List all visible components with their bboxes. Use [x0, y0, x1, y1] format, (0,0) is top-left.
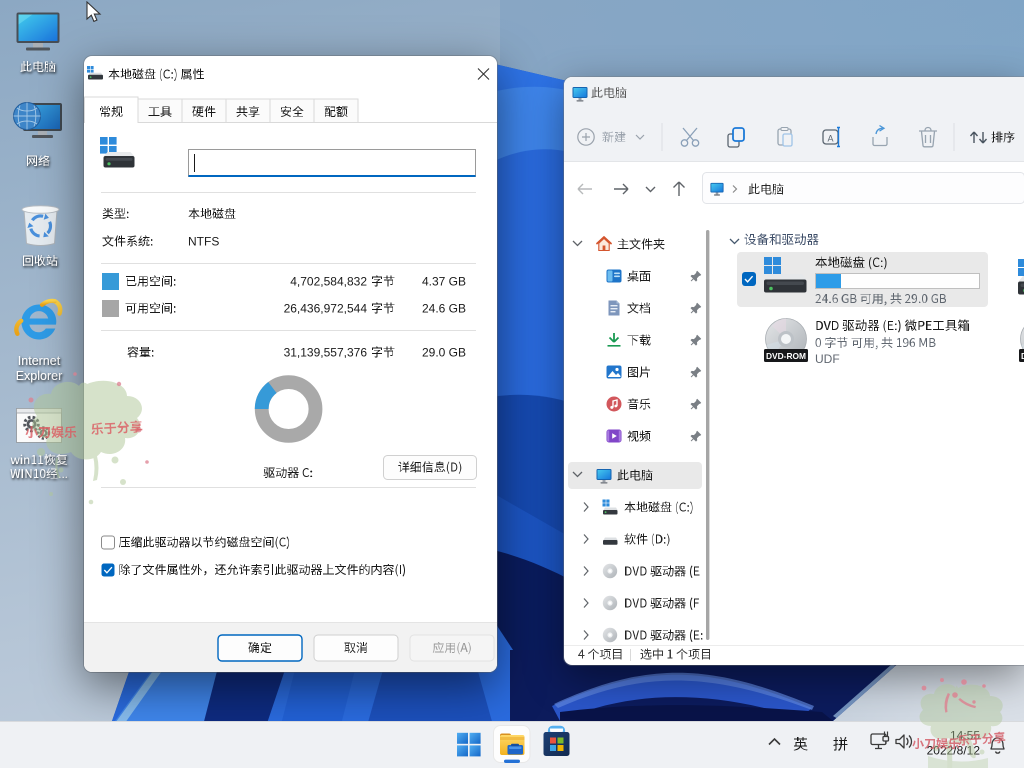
- svg-text:31,139,557,376: 31,139,557,376: [284, 346, 368, 360]
- svg-text:A: A: [827, 134, 833, 144]
- svg-text:29.0 GB: 29.0 GB: [422, 346, 466, 360]
- svg-text:4.37 GB: 4.37 GB: [422, 275, 466, 289]
- svg-text:UDF: UDF: [815, 352, 840, 366]
- svg-text:NTFS: NTFS: [188, 235, 219, 249]
- svg-text:2022/8/12: 2022/8/12: [927, 744, 981, 758]
- svg-text:24.6 GB: 24.6 GB: [422, 302, 466, 316]
- svg-text:14:55: 14:55: [950, 729, 980, 743]
- svg-text:Explorer: Explorer: [16, 369, 63, 383]
- svg-text:DVD-ROM: DVD-ROM: [766, 351, 806, 361]
- svg-text:4,702,584,832: 4,702,584,832: [290, 275, 367, 289]
- svg-text:26,436,972,544: 26,436,972,544: [284, 302, 368, 316]
- svg-text:Internet: Internet: [18, 354, 61, 368]
